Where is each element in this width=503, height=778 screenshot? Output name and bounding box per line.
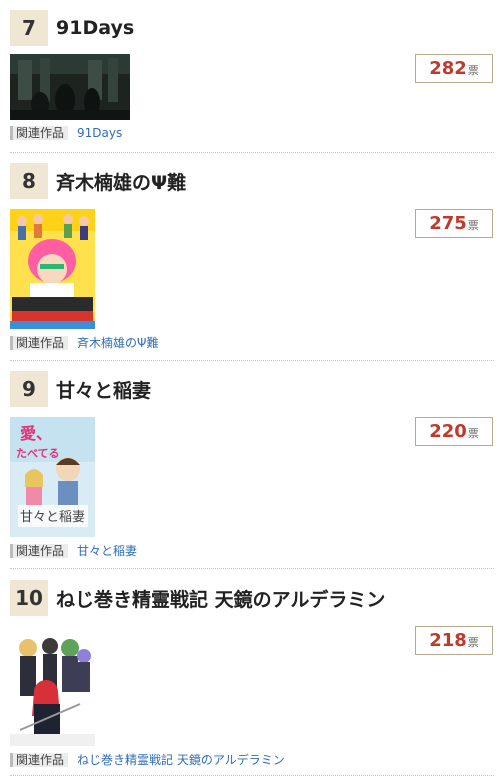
vote-count: 275 [429,213,467,234]
thumbnail-image[interactable] [10,626,95,746]
vote-unit: 票 [467,427,479,440]
vote-count: 220 [429,421,467,442]
rank-header: 10 ねじ巻き精霊戦記 天鏡のアルデラミン [10,580,385,616]
rank-header: 7 91Days [10,10,134,46]
related-works: 関連作品 ねじ巻き精霊戦記 天鏡のアルデラミン [10,751,285,768]
related-works: 関連作品 91Days [10,126,122,140]
thumbnail-image[interactable] [10,209,95,329]
related-work-link[interactable]: ねじ巻き精霊戦記 天鏡のアルデラミン [77,751,285,768]
rank-header: 8 斉木楠雄のΨ難 [10,163,186,199]
ranking-list: 7 91Days 282 票 関連作品 91Days 8 斉木楠雄のΨ難 275… [0,0,503,778]
rank-number: 7 [10,10,48,46]
entry-divider [10,775,494,776]
svg-text:甘々と稲妻: 甘々と稲妻 [20,510,85,525]
entry-divider [10,568,494,569]
rank-number: 9 [10,371,48,407]
related-works: 関連作品 甘々と稲妻 [10,542,137,559]
rank-header: 9 甘々と稲妻 [10,371,151,407]
related-works-label: 関連作品 [10,543,69,558]
thumbnail-image[interactable] [10,54,130,120]
entry-title[interactable]: ねじ巻き精霊戦記 天鏡のアルデラミン [56,585,385,612]
vote-unit: 票 [467,64,479,77]
entry-title[interactable]: 斉木楠雄のΨ難 [56,168,186,195]
vote-count-badge: 275 票 [415,209,493,238]
related-work-link[interactable]: 91Days [77,126,122,140]
entry-divider [10,360,494,361]
entry-divider [10,152,494,153]
vote-count: 282 [429,58,467,79]
thumbnail-image[interactable]: 愛、 たべてる 甘々と稲妻 [10,417,95,537]
entry-title[interactable]: 91Days [56,17,134,39]
related-works-label: 関連作品 [10,126,69,140]
rank-number: 8 [10,163,48,199]
vote-count: 218 [429,630,467,651]
vote-count-badge: 218 票 [415,626,493,655]
related-works-label: 関連作品 [10,335,69,350]
vote-count-badge: 282 票 [415,54,493,83]
vote-unit: 票 [467,636,479,649]
vote-count-badge: 220 票 [415,417,493,446]
related-work-link[interactable]: 斉木楠雄のΨ難 [77,334,158,351]
vote-unit: 票 [467,219,479,232]
rank-number: 10 [10,580,48,616]
related-works: 関連作品 斉木楠雄のΨ難 [10,334,158,351]
entry-title[interactable]: 甘々と稲妻 [56,376,151,403]
related-works-label: 関連作品 [10,752,69,767]
svg-text:愛、: 愛、 [20,424,52,443]
related-work-link[interactable]: 甘々と稲妻 [77,542,137,559]
svg-text:たべてる: たべてる [16,447,60,460]
